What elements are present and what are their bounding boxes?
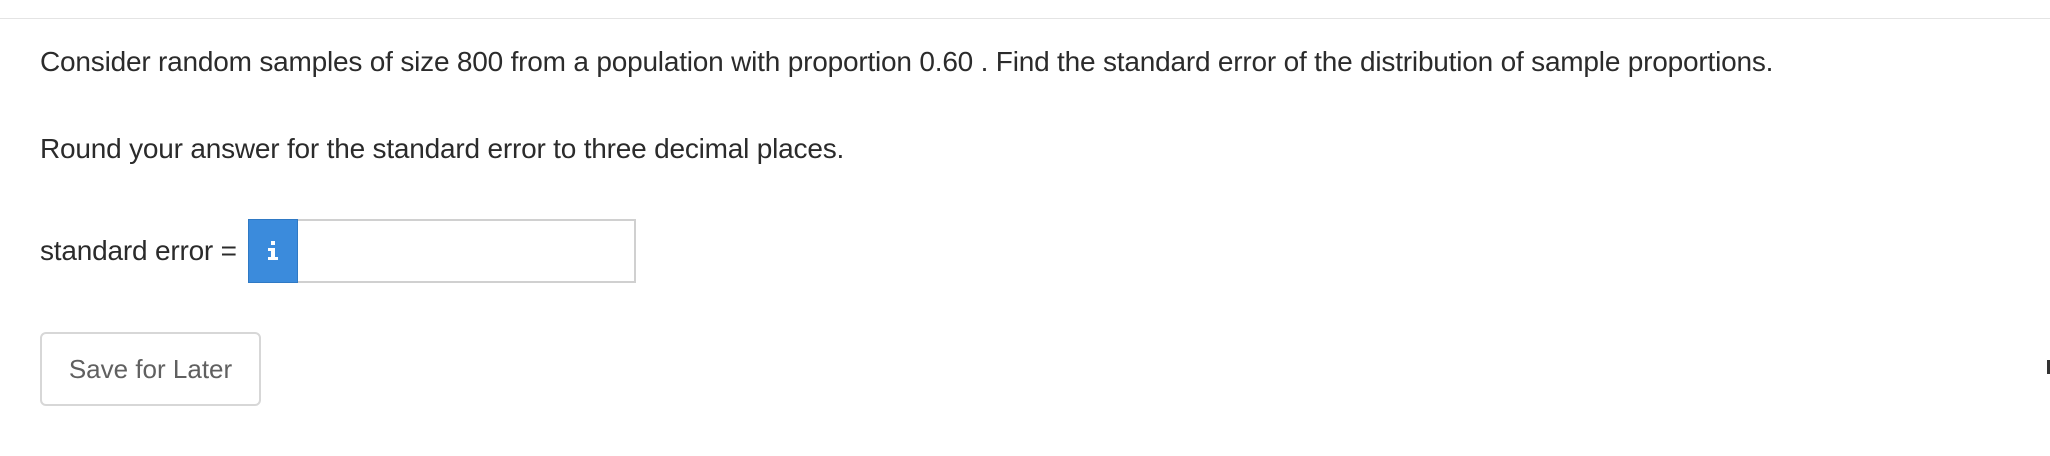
answer-row: standard error =	[40, 218, 636, 284]
info-icon	[267, 241, 278, 260]
standard-error-input[interactable]	[297, 219, 636, 283]
info-button[interactable]	[247, 219, 298, 283]
instruction-text: Round your answer for the standard error…	[40, 133, 845, 164]
save-for-later-button[interactable]: Save for Later	[40, 332, 261, 406]
standard-error-label: standard error =	[40, 235, 237, 266]
top-divider	[0, 18, 2050, 19]
question-text: Consider random samples of size 800 from…	[40, 46, 1774, 77]
